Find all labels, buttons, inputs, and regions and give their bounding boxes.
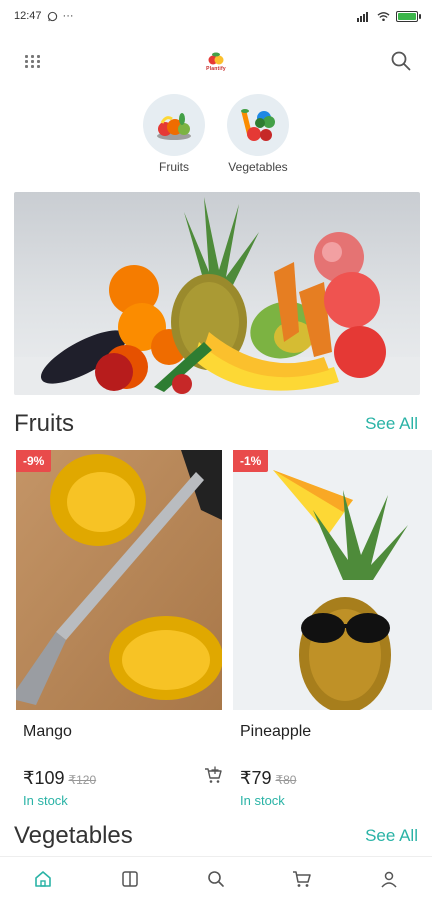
pineapple-image[interactable]: -1%: [233, 450, 432, 710]
current-price: ₹109: [23, 768, 65, 788]
product-price: ₹79 ₹80: [240, 768, 296, 789]
nav-cart[interactable]: [282, 859, 322, 899]
app-logo: Plantify: [205, 51, 227, 72]
pineapple-photo: [233, 450, 432, 710]
fruits-banner-image[interactable]: [14, 192, 420, 395]
status-bar: 12:47 ···: [0, 0, 432, 32]
product-name: Pineapple: [240, 723, 312, 740]
bottom-navigation: [0, 856, 432, 900]
category-fruits-circle: [143, 94, 205, 156]
category-list: Fruits Vegetables: [0, 90, 432, 182]
fruits-section-header: Fruits See All: [14, 410, 418, 438]
product-card-pineapple[interactable]: -1% Pineapple ₹79 ₹80 In stock: [233, 450, 432, 815]
book-icon: [121, 870, 138, 887]
mango-photo: [16, 450, 222, 710]
signal-icon: [357, 11, 368, 22]
search-icon: [208, 870, 224, 887]
mango-image[interactable]: -9%: [16, 450, 222, 710]
user-icon: [381, 871, 397, 888]
stock-status: In stock: [240, 793, 285, 808]
category-vegetables[interactable]: Vegetables: [227, 94, 289, 182]
status-bar-right: [357, 10, 421, 22]
nav-search[interactable]: [196, 859, 236, 899]
old-price: ₹80: [275, 773, 297, 787]
stock-status: In stock: [23, 793, 68, 808]
old-price: ₹120: [68, 773, 97, 787]
category-vegetables-circle: [227, 94, 289, 156]
status-time: 12:47: [14, 10, 42, 22]
cart-icon: [293, 870, 312, 887]
nav-categories[interactable]: [110, 859, 150, 899]
product-name: Mango: [23, 723, 72, 740]
current-price: ₹79: [240, 768, 272, 788]
fruits-see-all-link[interactable]: See All: [365, 414, 418, 434]
brand-name: Plantify: [206, 65, 226, 72]
category-fruits-label: Fruits: [159, 160, 189, 174]
category-vegetables-label: Vegetables: [228, 160, 288, 174]
vegetables-section-title: Vegetables: [14, 822, 133, 849]
home-icon: [35, 870, 51, 887]
vegetables-icon: [241, 109, 275, 141]
fruits-icon: [157, 113, 191, 140]
status-more: ···: [62, 10, 74, 22]
status-bar-left: 12:47 ···: [14, 10, 74, 22]
battery-icon: [396, 10, 421, 22]
fruits-section-title: Fruits: [14, 410, 74, 437]
product-card-mango[interactable]: -9% Mango ₹109 ₹120 In stock: [16, 450, 222, 815]
vegetables-section-header: Vegetables See All: [14, 822, 418, 850]
product-price: ₹109 ₹120: [23, 768, 96, 789]
add-to-cart-icon[interactable]: [204, 766, 222, 784]
search-icon[interactable]: [390, 50, 412, 72]
nav-home[interactable]: [23, 859, 63, 899]
category-fruits[interactable]: Fruits: [143, 94, 205, 182]
whatsapp-icon: [47, 11, 57, 21]
discount-badge: -1%: [233, 450, 269, 472]
discount-badge: -9%: [16, 450, 52, 472]
nav-profile[interactable]: [369, 859, 409, 899]
logo-fruit-icon: [208, 52, 224, 64]
wifi-icon: [377, 11, 390, 21]
app-header: Plantify: [0, 32, 432, 90]
menu-grid-button[interactable]: [24, 52, 42, 70]
vegetables-see-all-link[interactable]: See All: [365, 826, 418, 846]
fruit-arrangement-illustration: [14, 197, 420, 395]
